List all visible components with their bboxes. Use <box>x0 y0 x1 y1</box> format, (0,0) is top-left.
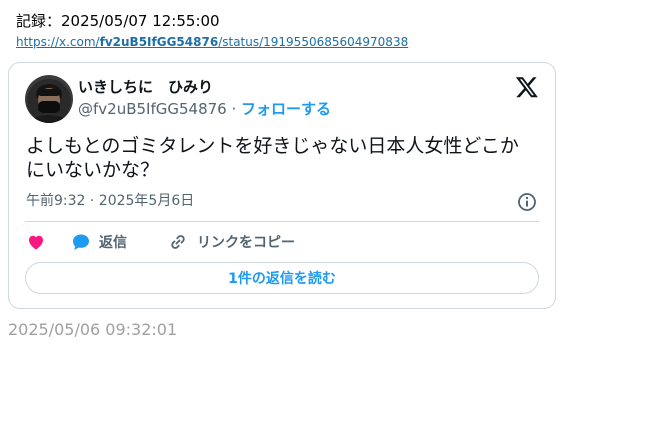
source-url-user: fv2uB5IfGG54876 <box>99 35 219 49</box>
user-handle[interactable]: @fv2uB5IfGG54876 <box>78 100 227 118</box>
follow-button[interactable]: フォローする <box>241 100 331 118</box>
source-url-suffix: /status/1919550685604970838 <box>218 35 409 49</box>
read-replies-button[interactable]: 1件の返信を読む <box>25 262 539 294</box>
avatar-image <box>25 75 73 123</box>
embedded-tweet-card: いきしちに ひみり @fv2uB5IfGG54876 · フォローする よしもと… <box>8 62 556 309</box>
reply-label: 返信 <box>99 235 127 251</box>
tweet-actions: 返信 リンクをコピー <box>26 232 295 252</box>
archive-date: 2025/05/06 09:32:01 <box>8 320 178 339</box>
speech-bubble-icon <box>73 234 89 250</box>
copy-link-label: リンクをコピー <box>197 235 295 251</box>
display-name[interactable]: いきしちに ひみり <box>78 77 213 97</box>
divider <box>25 221 539 222</box>
heart-icon <box>29 235 43 250</box>
source-url-prefix: https://x.com/ <box>16 35 100 49</box>
info-icon[interactable] <box>517 192 537 212</box>
like-button[interactable] <box>26 232 71 252</box>
record-timestamp: 記録：2025/05/07 12:55:00 <box>16 12 220 30</box>
copy-link-button[interactable]: リンクをコピー <box>168 232 295 252</box>
reply-button[interactable]: 返信 <box>71 232 168 252</box>
x-logo-icon[interactable] <box>515 75 539 99</box>
source-url-link[interactable]: https://x.com/fv2uB5IfGG54876/status/191… <box>16 34 408 50</box>
avatar[interactable] <box>25 75 73 123</box>
handle-row: @fv2uB5IfGG54876 · フォローする <box>78 99 331 119</box>
link-icon <box>171 235 185 249</box>
handle-separator: · <box>226 100 242 118</box>
tweet-timestamp[interactable]: 午前9:32 · 2025年5月6日 <box>26 191 194 211</box>
tweet-text: よしもとのゴミタレントを好きじゃない日本人女性どこかにいないかな？ <box>26 135 519 181</box>
